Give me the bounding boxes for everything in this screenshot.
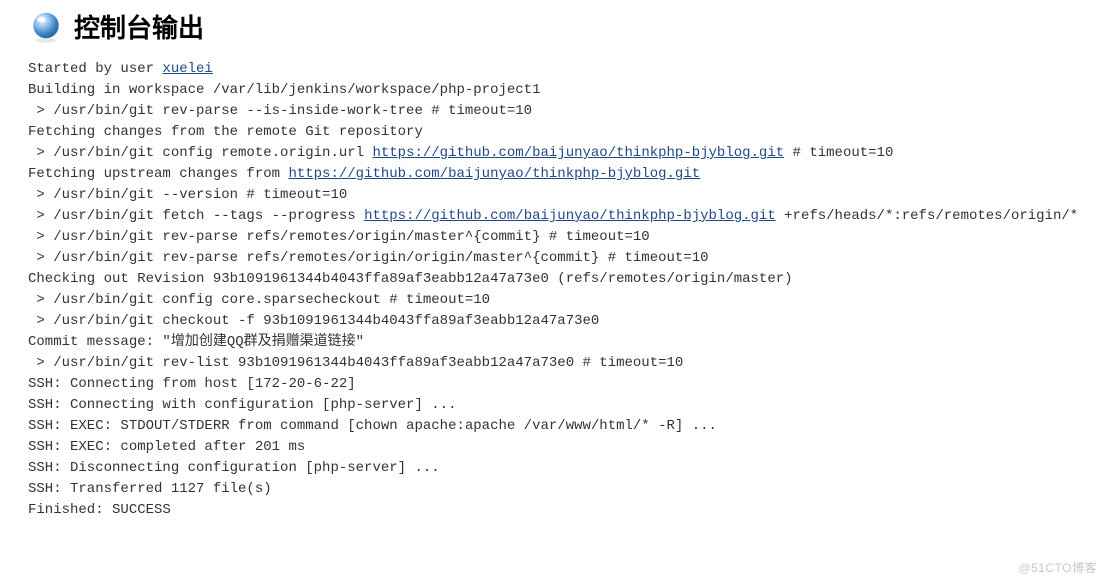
console-text: SSH: EXEC: completed after 201 ms — [28, 439, 305, 455]
console-text: > /usr/bin/git rev-parse refs/remotes/or… — [28, 229, 650, 245]
console-text: > /usr/bin/git rev-parse refs/remotes/or… — [28, 250, 709, 266]
console-link[interactable]: https://github.com/baijunyao/thinkphp-bj… — [288, 166, 700, 182]
console-text: SSH: Transferred 1127 file(s) — [28, 481, 272, 497]
console-link[interactable]: https://github.com/baijunyao/thinkphp-bj… — [372, 145, 784, 161]
console-text: Checking out Revision 93b1091961344b4043… — [28, 271, 793, 287]
console-text: Fetching changes from the remote Git rep… — [28, 124, 423, 140]
console-text: > /usr/bin/git --version # timeout=10 — [28, 187, 347, 203]
console-text: SSH: EXEC: STDOUT/STDERR from command [c… — [28, 418, 717, 434]
console-text: > /usr/bin/git rev-parse --is-inside-wor… — [28, 103, 532, 119]
console-text: +refs/heads/*:refs/remotes/origin/* — [776, 208, 1078, 224]
page-heading: 控制台输出 — [28, 8, 1075, 45]
watermark: @51CTO博客 — [1018, 559, 1097, 576]
console-text: Commit message: "增加创建QQ群及捐赠渠道链接" — [28, 334, 364, 350]
console-text: Started by user — [28, 61, 162, 77]
console-text: SSH: Connecting from host [172-20-6-22] — [28, 376, 356, 392]
page-title: 控制台输出 — [74, 8, 204, 45]
console-output: Started by user xuelei Building in works… — [28, 59, 1075, 521]
console-text: > /usr/bin/git fetch --tags --progress — [28, 208, 364, 224]
console-text: # timeout=10 — [784, 145, 893, 161]
ball-icon — [28, 9, 64, 45]
console-link[interactable]: https://github.com/baijunyao/thinkphp-bj… — [364, 208, 776, 224]
console-text: > /usr/bin/git config remote.origin.url — [28, 145, 372, 161]
console-text: SSH: Disconnecting configuration [php-se… — [28, 460, 440, 476]
console-text: SSH: Connecting with configuration [php-… — [28, 397, 456, 413]
console-text: > /usr/bin/git rev-list 93b1091961344b40… — [28, 355, 683, 371]
console-text: > /usr/bin/git checkout -f 93b1091961344… — [28, 313, 599, 329]
console-text: Building in workspace /var/lib/jenkins/w… — [28, 82, 540, 98]
user-link[interactable]: xuelei — [162, 61, 212, 77]
console-text: > /usr/bin/git config core.sparsecheckou… — [28, 292, 490, 308]
console-text: Finished: SUCCESS — [28, 502, 171, 518]
console-text: Fetching upstream changes from — [28, 166, 288, 182]
